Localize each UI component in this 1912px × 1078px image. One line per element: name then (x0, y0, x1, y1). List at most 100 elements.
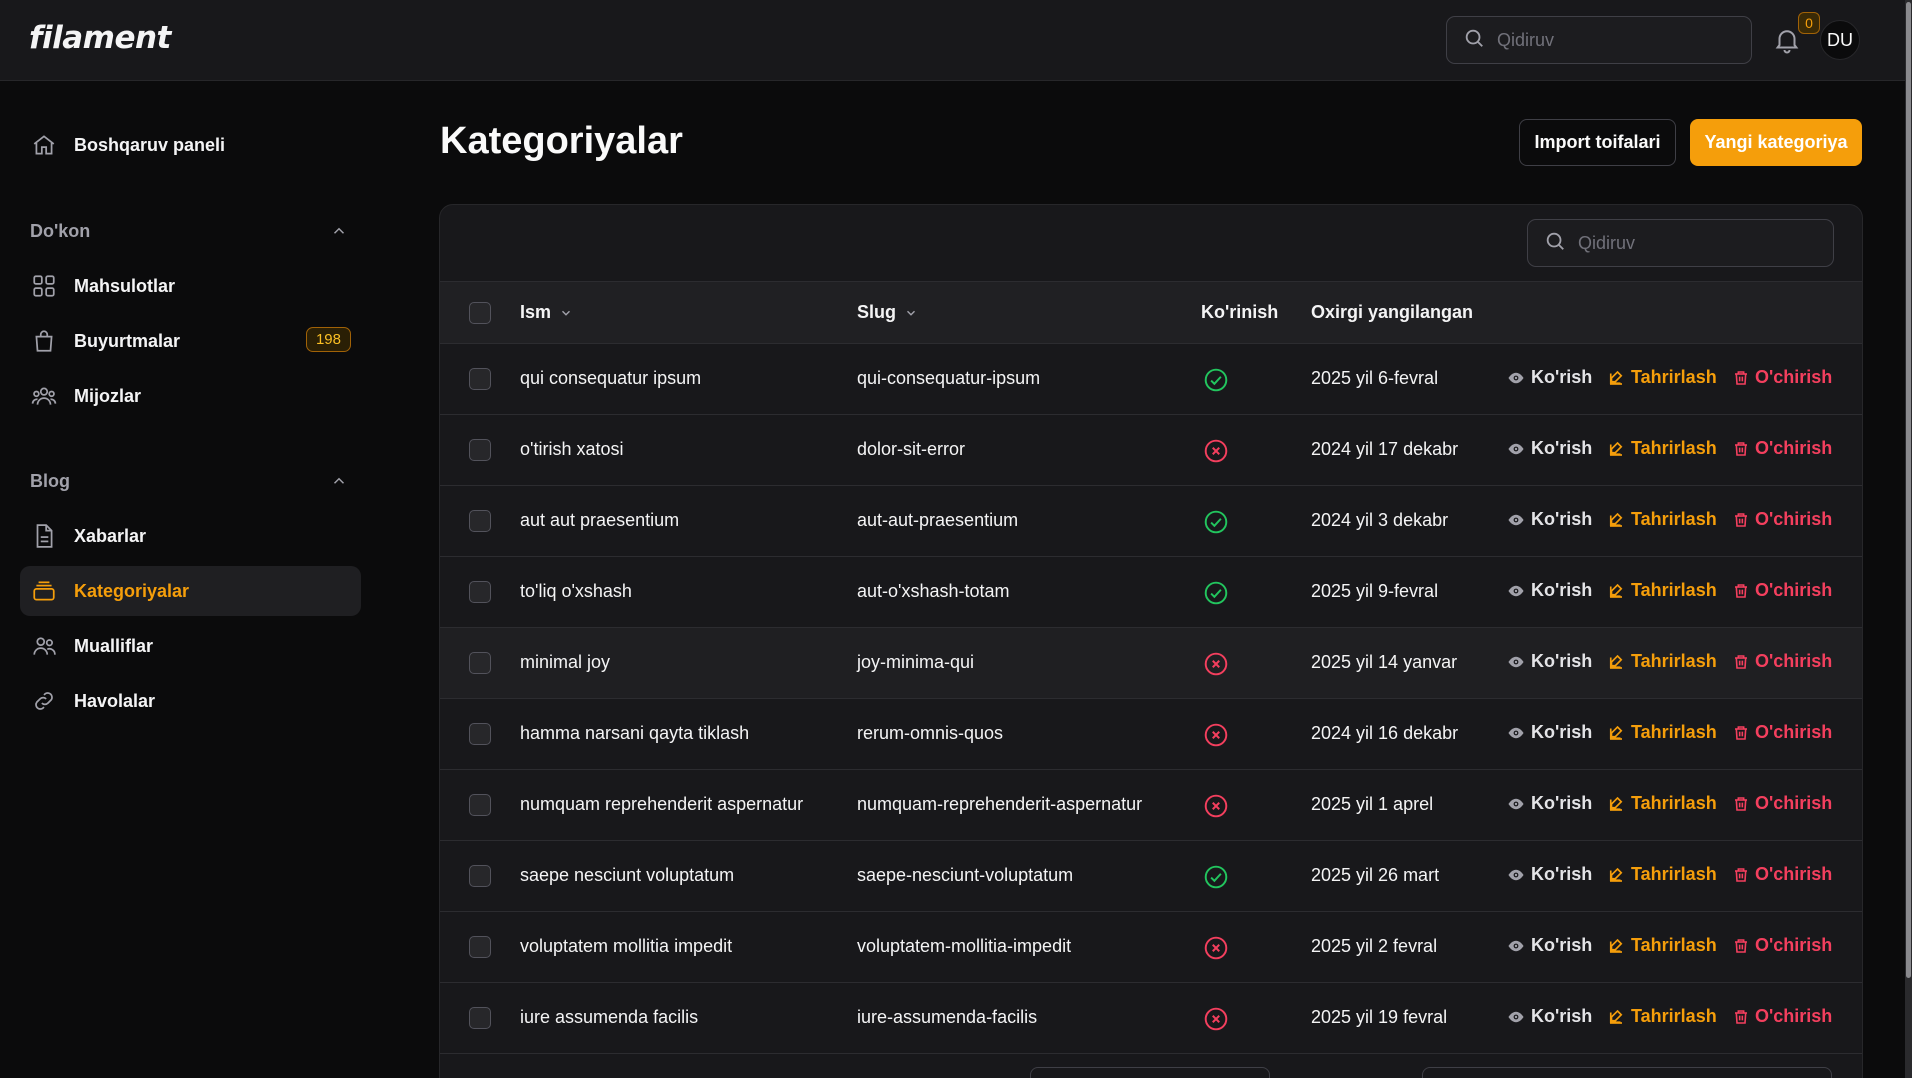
delete-action[interactable]: O'chirish (1733, 793, 1832, 814)
delete-action-label: O'chirish (1755, 864, 1833, 884)
sidebar-item-links[interactable]: Havolalar (20, 676, 361, 726)
table-search[interactable] (1527, 219, 1834, 267)
table-row[interactable]: minimal joy joy-minima-qui 2025 yil 14 yan… (440, 628, 1862, 699)
category-name: qui consequatur ipsum (520, 368, 702, 388)
view-action[interactable]: Ko'rish (1507, 935, 1592, 956)
edit-action[interactable]: Tahrirlash (1607, 935, 1717, 956)
user-avatar[interactable]: DU (1820, 20, 1860, 60)
updated-date: 2025 yil 19 fevral (1311, 1007, 1448, 1027)
sidebar: Boshqaruv paneli Do'kon Mahsulotlar Buyu… (0, 81, 370, 1078)
delete-action[interactable]: O'chirish (1733, 935, 1832, 956)
column-header-label: Ism (520, 302, 552, 322)
table-search-input[interactable] (1578, 232, 1798, 254)
global-search[interactable] (1446, 16, 1752, 64)
view-action[interactable]: Ko'rish (1507, 651, 1592, 672)
pagination[interactable] (1422, 1067, 1832, 1078)
sidebar-item-orders[interactable]: Buyurtmalar 198 (20, 316, 361, 366)
delete-action[interactable]: O'chirish (1733, 509, 1832, 530)
delete-action[interactable]: O'chirish (1733, 438, 1832, 459)
delete-action-label: O'chirish (1755, 438, 1833, 458)
view-action[interactable]: Ko'rish (1507, 580, 1592, 601)
eye-icon (1507, 653, 1525, 671)
delete-action[interactable]: O'chirish (1733, 864, 1832, 885)
chevron-up-icon[interactable] (330, 222, 348, 240)
table-row[interactable]: numquam reprehenderit aspernatur numquam-… (440, 770, 1862, 841)
view-action[interactable]: Ko'rish (1507, 793, 1592, 814)
row-checkbox[interactable] (469, 865, 491, 887)
check-circle-icon (1203, 509, 1229, 535)
category-slug: qui-consequatur-ipsum (857, 368, 1041, 388)
row-checkbox[interactable] (469, 652, 491, 674)
table-row[interactable]: iure assumenda facilis iure-assumenda-fac… (440, 983, 1862, 1054)
global-search-input[interactable] (1497, 29, 1717, 51)
updated-date: 2024 yil 16 dekabr (1311, 723, 1459, 743)
row-checkbox[interactable] (469, 581, 491, 603)
edit-action[interactable]: Tahrirlash (1607, 438, 1717, 459)
edit-action[interactable]: Tahrirlash (1607, 793, 1717, 814)
import-categories-button[interactable]: Import toifalari (1519, 119, 1676, 166)
category-slug: numquam-reprehenderit-aspernatur (857, 794, 1143, 814)
table-row[interactable]: saepe nesciunt voluptatum saepe-nesciunt-… (440, 841, 1862, 912)
per-page-select[interactable] (1030, 1067, 1270, 1078)
sidebar-group-blog: Blog (30, 471, 70, 491)
edit-action[interactable]: Tahrirlash (1607, 722, 1717, 743)
page-scrollbar-thumb[interactable] (1906, 2, 1911, 978)
edit-action[interactable]: Tahrirlash (1607, 864, 1717, 885)
check-circle-icon (1203, 367, 1229, 393)
eye-icon (1507, 724, 1525, 742)
row-checkbox[interactable] (469, 510, 491, 532)
sidebar-item-products[interactable]: Mahsulotlar (20, 261, 361, 311)
sidebar-item-posts[interactable]: Xabarlar (20, 511, 361, 561)
select-all-checkbox[interactable] (469, 302, 491, 324)
sidebar-item-dashboard[interactable]: Boshqaruv paneli (20, 120, 361, 170)
edit-action[interactable]: Tahrirlash (1607, 580, 1717, 601)
row-checkbox[interactable] (469, 368, 491, 390)
view-action[interactable]: Ko'rish (1507, 1006, 1592, 1027)
edit-action[interactable]: Tahrirlash (1607, 367, 1717, 388)
row-checkbox[interactable] (469, 439, 491, 461)
view-action[interactable]: Ko'rish (1507, 509, 1592, 530)
view-action[interactable]: Ko'rish (1507, 864, 1592, 885)
table-row[interactable]: qui consequatur ipsum qui-consequatur-ips… (440, 344, 1862, 415)
sidebar-item-categories[interactable]: Kategoriyalar (20, 566, 361, 616)
sidebar-item-authors[interactable]: Mualliflar (20, 621, 361, 671)
table-row[interactable]: hamma narsani qayta tiklash rerum-omnis-q… (440, 699, 1862, 770)
delete-action[interactable]: O'chirish (1733, 580, 1832, 601)
row-checkbox[interactable] (469, 936, 491, 958)
view-action[interactable]: Ko'rish (1507, 438, 1592, 459)
delete-action-label: O'chirish (1755, 651, 1833, 671)
view-action[interactable]: Ko'rish (1507, 722, 1592, 743)
row-checkbox[interactable] (469, 794, 491, 816)
delete-action[interactable]: O'chirish (1733, 367, 1832, 388)
app-logo[interactable]: filament (29, 20, 171, 56)
new-category-button[interactable]: Yangi kategoriya (1690, 119, 1862, 166)
column-header-slug[interactable]: Slug (857, 302, 918, 323)
row-checkbox[interactable] (469, 723, 491, 745)
edit-action[interactable]: Tahrirlash (1607, 651, 1717, 672)
edit-action-label: Tahrirlash (1631, 793, 1717, 813)
chevron-up-icon[interactable] (330, 472, 348, 490)
column-header-name[interactable]: Ism (520, 302, 573, 323)
trash-icon (1733, 440, 1749, 458)
edit-action[interactable]: Tahrirlash (1607, 509, 1717, 530)
view-action[interactable]: Ko'rish (1507, 367, 1592, 388)
table-row[interactable]: voluptatem mollitia impedit voluptatem-mo… (440, 912, 1862, 983)
pencil-square-icon (1607, 1008, 1625, 1026)
chevron-down-icon (907, 310, 915, 316)
row-checkbox[interactable] (469, 1007, 491, 1029)
delete-action[interactable]: O'chirish (1733, 1006, 1832, 1027)
x-circle-icon (1203, 793, 1229, 819)
category-slug: dolor-sit-error (857, 439, 966, 459)
table-row[interactable]: aut aut praesentium aut-aut-praesentium 20… (440, 486, 1862, 557)
table-row[interactable]: to'liq o'xshash aut-o'xshash-totam 2025 yi… (440, 557, 1862, 628)
orders-count-badge: 198 (305, 327, 351, 352)
edit-action[interactable]: Tahrirlash (1607, 1006, 1717, 1027)
sidebar-item-customers[interactable]: Mijozlar (20, 371, 361, 421)
sidebar-group-shop: Do'kon (30, 221, 91, 241)
delete-action[interactable]: O'chirish (1733, 651, 1832, 672)
document-icon (30, 522, 58, 550)
updated-date: 2025 yil 1 aprel (1311, 794, 1434, 814)
updated-date: 2025 yil 9-fevral (1311, 581, 1439, 601)
delete-action[interactable]: O'chirish (1733, 722, 1832, 743)
table-row[interactable]: o'tirish xatosi dolor-sit-error 2024 yil 1… (440, 415, 1862, 486)
